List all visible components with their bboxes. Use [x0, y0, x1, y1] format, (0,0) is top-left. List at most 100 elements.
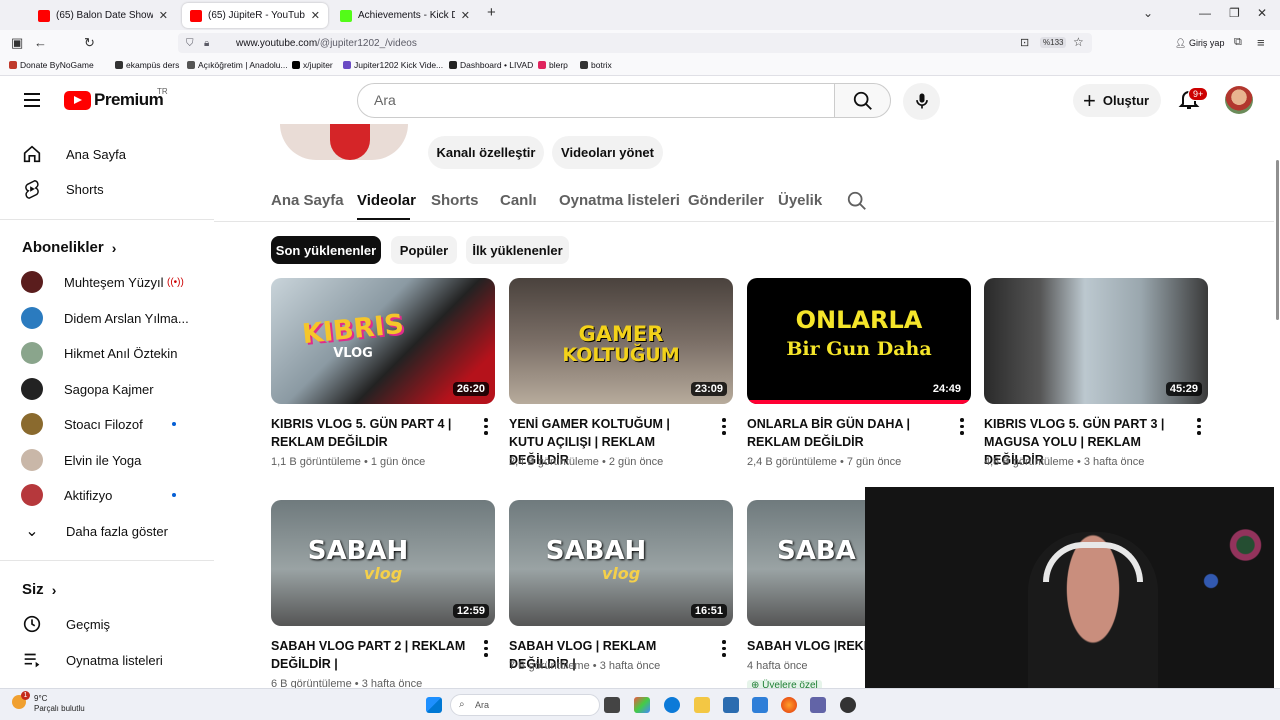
video-thumbnail[interactable]: 45:29	[984, 278, 1208, 404]
back-icon[interactable]: ←	[34, 35, 47, 50]
video-card[interactable]: SABAH vlog 16:51 SABAH VLOG | REKLAM DEĞ…	[509, 500, 733, 672]
more-actions-icon[interactable]	[722, 418, 726, 438]
sidebar-item-shorts[interactable]: Shorts	[12, 171, 202, 207]
hamburger-menu-icon[interactable]	[24, 93, 40, 107]
manage-videos-button[interactable]: Videoları yönet	[552, 136, 663, 169]
minimize-icon[interactable]: —	[1199, 6, 1211, 20]
video-thumbnail[interactable]: ONLARLA Bir Gun Daha 24:49	[747, 278, 971, 404]
sidebar-item-home[interactable]: Ana Sayfa	[12, 136, 202, 172]
subscription-item[interactable]: Aktifizyo	[12, 477, 202, 513]
bookmark-item[interactable]: ekampüs ders	[115, 60, 179, 70]
video-thumbnail[interactable]: SABAH vlog 16:51	[509, 500, 733, 626]
you-heading[interactable]: Siz ›	[22, 581, 56, 598]
subscription-item[interactable]: Didem Arslan Yılma...	[12, 300, 202, 336]
reader-view-icon[interactable]: ⊡	[1020, 36, 1029, 49]
file-explorer-icon[interactable]	[694, 697, 710, 713]
start-icon[interactable]	[426, 697, 442, 713]
video-thumbnail[interactable]: GAMER KOLTUĞUM 23:09	[509, 278, 733, 404]
new-tab-icon[interactable]: +	[487, 4, 496, 21]
video-card[interactable]: ONLARLA Bir Gun Daha 24:49 ONLARLA BİR G…	[747, 278, 971, 468]
maximize-icon[interactable]: ❐	[1229, 6, 1240, 20]
sidebar-item-playlists[interactable]: Oynatma listeleri	[12, 642, 202, 678]
tab-home[interactable]: Ana Sayfa	[271, 192, 344, 209]
close-tab-icon[interactable]: ✕	[311, 9, 320, 22]
tab-list-chevron-icon[interactable]: ⌄	[1143, 6, 1153, 20]
subscription-item[interactable]: Sagopa Kajmer	[12, 371, 202, 407]
voice-search-button[interactable]	[903, 83, 940, 120]
chip-oldest[interactable]: İlk yüklenenler	[466, 236, 569, 264]
taskbar-search[interactable]: ⌕ Ara	[450, 694, 600, 716]
more-actions-icon[interactable]	[960, 418, 964, 438]
sidebar-toggle-icon[interactable]: ▣	[11, 35, 23, 51]
page-scrollbar-thumb[interactable]	[1276, 160, 1279, 320]
more-actions-icon[interactable]	[722, 640, 726, 660]
video-thumbnail[interactable]: SABAH vlog 12:59	[271, 500, 495, 626]
weather-widget[interactable]: 9°C Parçalı bulutlu	[34, 694, 85, 714]
video-card[interactable]: KIBRIS VLOG 26:20 KIBRIS VLOG 5. GÜN PAR…	[271, 278, 495, 468]
notification-count-badge: 9+	[1188, 87, 1209, 101]
more-actions-icon[interactable]	[484, 418, 488, 438]
youtube-logo[interactable]: Premium TR	[64, 87, 168, 110]
zoom-level[interactable]: %133	[1040, 37, 1067, 48]
bookmark-item[interactable]: Donate ByNoGame	[9, 60, 94, 70]
signin-button[interactable]: 👤︎ Giriş yap	[1175, 38, 1224, 49]
subscription-item[interactable]: Elvin ile Yoga	[12, 442, 202, 478]
video-title[interactable]: ONLARLA BİR GÜN DAHA | REKLAM DEĞİLDİR	[747, 415, 943, 451]
subscription-item[interactable]: Hikmet Anıl Öztekin	[12, 335, 202, 371]
customize-channel-button[interactable]: Kanalı özelleştir	[428, 136, 544, 169]
firefox-icon[interactable]	[781, 697, 797, 713]
browser-tab[interactable]: Achievements - Kick Dashboard ✕	[332, 3, 478, 28]
bookmark-item[interactable]: botrix	[580, 60, 612, 70]
extensions-icon[interactable]: ⧉	[1234, 36, 1242, 49]
tab-posts[interactable]: Gönderiler	[688, 192, 764, 209]
close-tab-icon[interactable]: ✕	[461, 9, 470, 22]
channel-avatar[interactable]	[280, 124, 408, 160]
create-button[interactable]: + Oluştur	[1073, 84, 1161, 117]
menu-icon[interactable]: ≡	[1257, 35, 1265, 50]
more-actions-icon[interactable]	[1197, 418, 1201, 438]
teams-icon[interactable]	[810, 697, 826, 713]
copilot-icon[interactable]	[634, 697, 650, 713]
subscriptions-heading[interactable]: Abonelikler ›	[22, 239, 116, 256]
search-input[interactable]: Ara	[357, 83, 835, 118]
sidebar-item-history[interactable]: Geçmiş	[12, 606, 202, 642]
bookmark-item[interactable]: Dashboard • LIVAD	[449, 60, 533, 70]
show-more-button[interactable]: ⌄ Daha fazla göster	[12, 513, 202, 549]
search-button[interactable]	[834, 83, 891, 118]
bookmark-item[interactable]: x/jupiter	[292, 60, 333, 70]
browser-tab[interactable]: (65) Balon Date Show 26. Bölüm ✕	[30, 3, 176, 28]
tab-playlists[interactable]: Oynatma listeleri	[559, 192, 680, 209]
video-title[interactable]: SABAH VLOG PART 2 | REKLAM DEĞİLDİR |	[271, 637, 467, 673]
tab-membership[interactable]: Üyelik	[778, 192, 822, 209]
thumbnail-text: ONLARLA	[795, 306, 923, 334]
chip-popular[interactable]: Popüler	[391, 236, 457, 264]
close-tab-icon[interactable]: ✕	[159, 9, 168, 22]
subscription-item[interactable]: Muhteşem Yüzyıl ((•))	[12, 264, 202, 300]
edge-icon[interactable]	[664, 697, 680, 713]
video-card[interactable]: SABAH vlog 12:59 SABAH VLOG PART 2 | REK…	[271, 500, 495, 690]
bookmark-item[interactable]: blerp	[538, 60, 568, 70]
store-icon[interactable]	[723, 697, 739, 713]
obs-icon[interactable]	[840, 697, 856, 713]
video-thumbnail[interactable]: KIBRIS VLOG 26:20	[271, 278, 495, 404]
bookmark-star-icon[interactable]: ☆	[1073, 35, 1084, 49]
video-title[interactable]: KIBRIS VLOG 5. GÜN PART 4 | REKLAM DEĞİL…	[271, 415, 467, 451]
close-window-icon[interactable]: ✕	[1257, 6, 1267, 20]
chip-latest[interactable]: Son yüklenenler	[271, 236, 381, 264]
tab-videos[interactable]: Videolar	[357, 192, 416, 209]
bookmark-item[interactable]: Açıköğretim | Anadolu...	[187, 60, 288, 70]
tab-shorts[interactable]: Shorts	[431, 192, 479, 209]
url-bar[interactable]: ⛉ 🔒︎ www.youtube.com/@jupiter1202_/video…	[178, 33, 1092, 53]
subscription-item[interactable]: Stoacı Filozof	[12, 406, 202, 442]
bookmark-item[interactable]: Jupiter1202 Kick Vide...	[343, 60, 443, 70]
task-view-icon[interactable]	[604, 697, 620, 713]
account-avatar[interactable]	[1225, 86, 1253, 114]
reload-icon[interactable]: ↻	[84, 35, 95, 51]
browser-tab-active[interactable]: (65) JüpiteR - YouTube ✕	[182, 3, 328, 28]
outlook-icon[interactable]	[752, 697, 768, 713]
video-card[interactable]: 45:29 KIBRIS VLOG 5. GÜN PART 3 | MAGUSA…	[984, 278, 1208, 468]
video-card[interactable]: GAMER KOLTUĞUM 23:09 YENİ GAMER KOLTUĞUM…	[509, 278, 733, 468]
more-actions-icon[interactable]	[484, 640, 488, 660]
tab-live[interactable]: Canlı	[500, 192, 537, 209]
channel-search-icon[interactable]	[846, 190, 868, 212]
